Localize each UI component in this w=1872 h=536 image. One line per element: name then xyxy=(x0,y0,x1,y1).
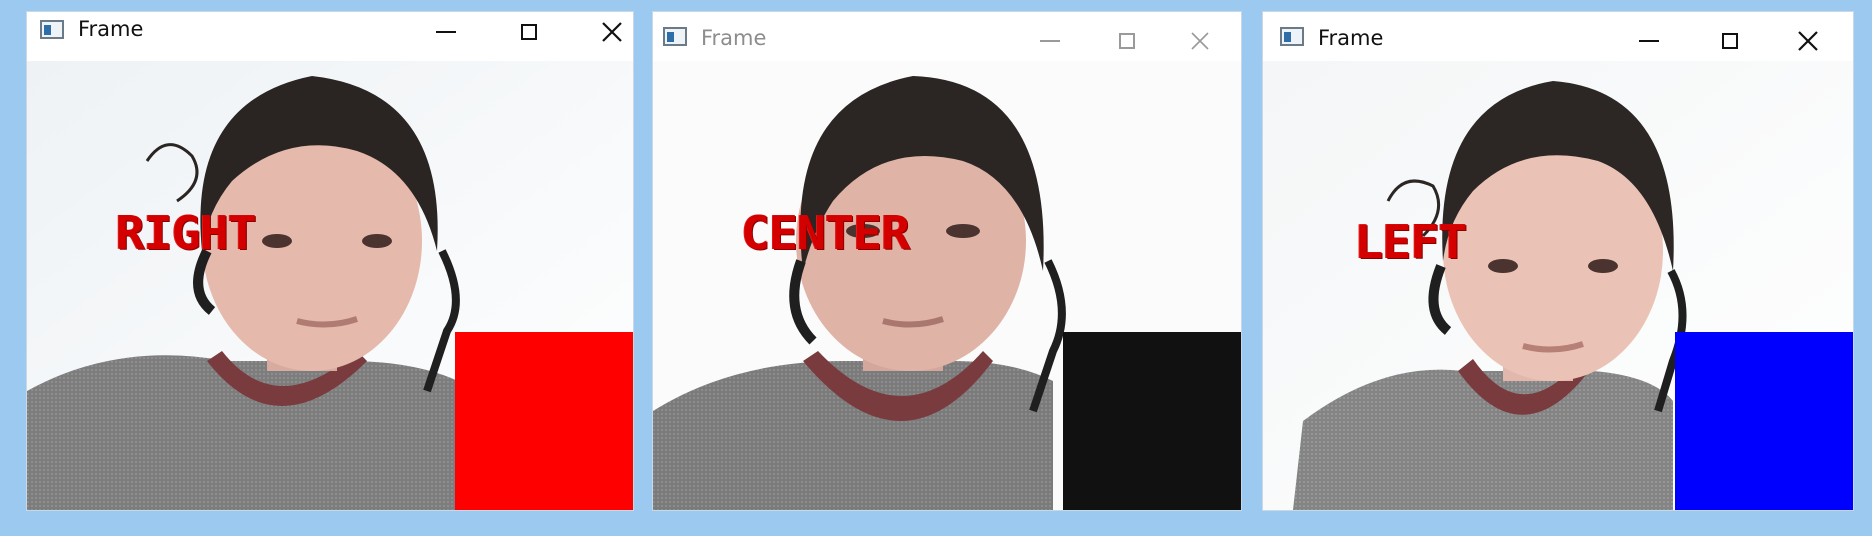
minimize-icon[interactable] xyxy=(1020,21,1080,61)
close-icon[interactable] xyxy=(582,12,633,52)
window-titlebar[interactable]: Frame xyxy=(1263,12,1853,61)
frame-window-3: Frame LEFT xyxy=(1263,12,1853,510)
window-title: Frame xyxy=(1318,26,1384,50)
camera-feed: LEFT xyxy=(1263,61,1853,510)
window-titlebar[interactable]: Frame xyxy=(27,12,633,61)
app-window-icon xyxy=(663,27,687,46)
direction-label: RIGHT xyxy=(115,206,257,260)
window-title: Frame xyxy=(701,26,767,50)
app-window-icon xyxy=(1280,27,1304,46)
maximize-icon[interactable] xyxy=(1097,21,1157,61)
direction-indicator xyxy=(1675,332,1853,510)
direction-indicator xyxy=(455,332,633,510)
camera-feed: CENTER xyxy=(653,61,1241,510)
direction-indicator xyxy=(1063,332,1241,510)
app-window-icon xyxy=(40,20,64,39)
frame-window-1: Frame RIGHT xyxy=(27,12,633,510)
window-title: Frame xyxy=(78,17,144,41)
maximize-icon[interactable] xyxy=(1700,21,1760,61)
close-icon[interactable] xyxy=(1170,21,1230,61)
camera-feed: RIGHT xyxy=(27,61,633,510)
minimize-icon[interactable] xyxy=(416,12,476,52)
direction-label: CENTER xyxy=(740,206,910,260)
maximize-icon[interactable] xyxy=(499,12,559,52)
frame-window-2: Frame CENTER xyxy=(653,12,1241,510)
close-icon[interactable] xyxy=(1778,21,1838,61)
window-titlebar[interactable]: Frame xyxy=(653,12,1241,61)
direction-label: LEFT xyxy=(1354,215,1467,269)
minimize-icon[interactable] xyxy=(1619,21,1679,61)
